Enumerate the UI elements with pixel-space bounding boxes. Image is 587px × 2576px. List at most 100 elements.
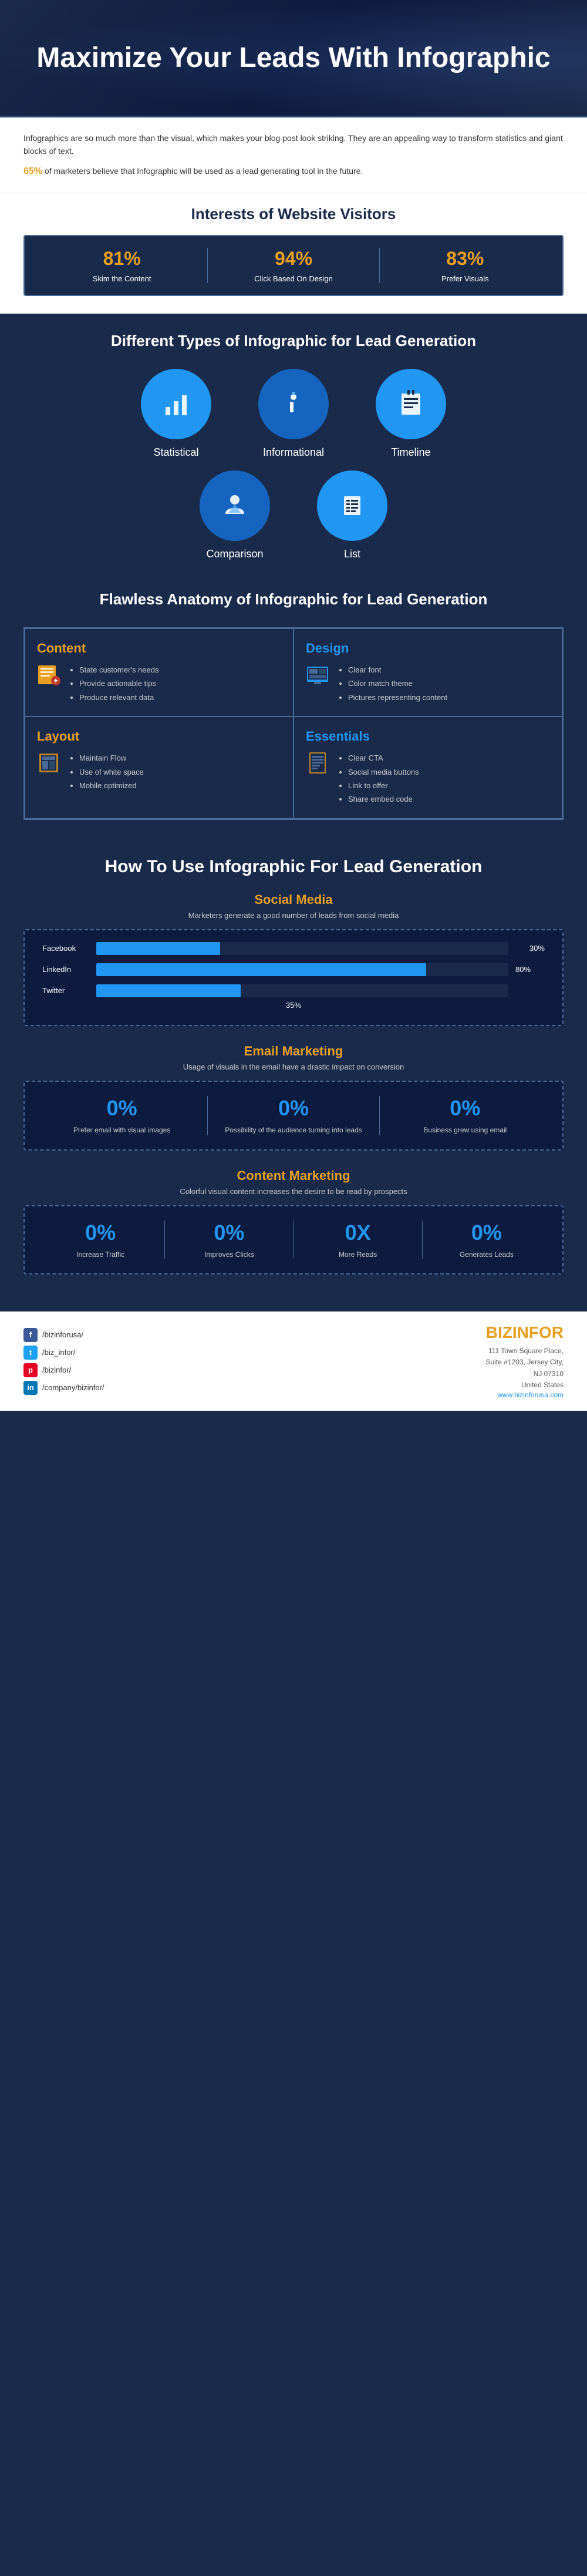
interest-label-1: Skim the Content bbox=[36, 274, 207, 283]
content-stat-1: 0% Increase Traffic bbox=[42, 1220, 158, 1260]
types-grid: Statistical Informational bbox=[23, 369, 564, 560]
anatomy-essentials-title: Essentials bbox=[306, 729, 550, 744]
anatomy-cell-content: Content State customer's needs Pr bbox=[25, 628, 294, 717]
anatomy-section: Flawless Anatomy of Infographic for Lead… bbox=[0, 578, 587, 838]
content-stat-2-label: Improves Clicks bbox=[171, 1250, 287, 1260]
interest-item-3: 83% Prefer Visuals bbox=[380, 248, 551, 283]
header-title: Maximize Your Leads With Infographic bbox=[36, 41, 550, 75]
anatomy-layout-body: Maintain Flow Use of white space Mobile … bbox=[37, 751, 281, 792]
email-marketing-title: Email Marketing bbox=[23, 1044, 564, 1059]
content-stat-4: 0% Generates Leads bbox=[429, 1220, 545, 1260]
intro-section: Infographics are so much more than the v… bbox=[0, 117, 587, 193]
type-circle-statistical bbox=[141, 369, 211, 439]
interests-section: Interests of Website Visitors 81% Skim t… bbox=[0, 193, 587, 314]
types-section: Different Types of Infographic for Lead … bbox=[0, 314, 587, 578]
email-stat-3-value: 0% bbox=[386, 1096, 545, 1121]
anatomy-layout-icon bbox=[37, 751, 60, 780]
anatomy-layout-title: Layout bbox=[37, 729, 281, 744]
type-circle-comparison bbox=[200, 470, 270, 541]
intro-text: Infographics are so much more than the v… bbox=[23, 132, 564, 158]
social-media-title: Social Media bbox=[23, 892, 564, 907]
content-stat-2-value: 0% bbox=[171, 1220, 287, 1245]
anatomy-design-icon bbox=[306, 663, 329, 692]
anatomy-design-list: Clear font Color match theme Pictures re… bbox=[339, 663, 447, 704]
email-stat-divider-1 bbox=[207, 1096, 208, 1135]
content-stat-3-label: More Reads bbox=[300, 1250, 416, 1260]
content-marketing-subtitle: Colorful visual content increases the de… bbox=[23, 1187, 564, 1196]
content-stats-box: 0% Increase Traffic 0% Improves Clicks 0… bbox=[23, 1205, 564, 1275]
footer-linkedin[interactable]: in /company/bizinfor/ bbox=[23, 1381, 104, 1395]
bar-twitter: Twitter bbox=[42, 984, 545, 997]
anatomy-essentials-icon bbox=[306, 751, 329, 780]
type-label-timeline: Timeline bbox=[364, 446, 458, 459]
anatomy-cell-layout: Layout Maintain Flow Use of white space … bbox=[25, 717, 294, 819]
interest-pct-3: 83% bbox=[380, 248, 551, 270]
content-stat-2: 0% Improves Clicks bbox=[171, 1220, 287, 1260]
type-circle-list bbox=[317, 470, 387, 541]
type-circle-timeline bbox=[376, 369, 446, 439]
footer-logo: BIZINFOR bbox=[485, 1323, 564, 1342]
footer-website[interactable]: www.bizinforusa.com bbox=[485, 1391, 564, 1399]
type-informational: Informational bbox=[247, 369, 340, 459]
anatomy-content-icon bbox=[37, 663, 60, 692]
email-stat-1: 0% Prefer email with visual images bbox=[42, 1096, 201, 1135]
content-stat-1-label: Increase Traffic bbox=[42, 1250, 158, 1260]
interests-box: 81% Skim the Content 94% Click Based On … bbox=[23, 235, 564, 296]
email-stat-divider-2 bbox=[379, 1096, 380, 1135]
social-media-subtitle: Marketers generate a good number of lead… bbox=[23, 911, 564, 920]
email-stat-2: 0% Possibility of the audience turning i… bbox=[214, 1096, 373, 1135]
email-stat-2-value: 0% bbox=[214, 1096, 373, 1121]
content-stat-4-label: Generates Leads bbox=[429, 1250, 545, 1260]
anatomy-content-body: State customer's needs Provide actionabl… bbox=[37, 663, 281, 704]
interest-label-2: Click Based On Design bbox=[208, 274, 379, 283]
howto-title: How To Use Infographic For Lead Generati… bbox=[23, 855, 564, 878]
bar-twitter-track bbox=[96, 984, 508, 997]
bar-twitter-fill bbox=[96, 984, 241, 997]
email-stat-3-label: Business grew using email bbox=[386, 1125, 545, 1135]
email-stat-2-label: Possibility of the audience turning into… bbox=[214, 1125, 373, 1135]
content-stat-3-value: 0X bbox=[300, 1220, 416, 1245]
email-marketing-subtitle: Usage of visuals in the email have a dra… bbox=[23, 1062, 564, 1071]
intro-pct: 65% bbox=[23, 166, 42, 176]
footer-twitter-url: /biz_infor/ bbox=[42, 1348, 75, 1357]
content-stat-1-value: 0% bbox=[42, 1220, 158, 1245]
footer-logo-part1: BIZIN bbox=[486, 1323, 529, 1341]
intro-highlight: 65% of marketers believe that Infographi… bbox=[23, 164, 564, 179]
bar-facebook-value: 30% bbox=[515, 944, 545, 953]
footer-address: 111 Town Square Place, Suite #1203, Jers… bbox=[485, 1346, 564, 1391]
content-marketing-title: Content Marketing bbox=[23, 1168, 564, 1183]
types-title: Different Types of Infographic for Lead … bbox=[23, 331, 564, 351]
footer-facebook-url: /bizinforusa/ bbox=[42, 1330, 83, 1339]
content-stat-divider-1 bbox=[164, 1220, 165, 1260]
bar-linkedin-label: LinkedIn bbox=[42, 965, 89, 974]
email-stat-1-label: Prefer email with visual images bbox=[42, 1125, 201, 1135]
interests-title: Interests of Website Visitors bbox=[23, 205, 564, 223]
anatomy-content-title: Content bbox=[37, 641, 281, 656]
anatomy-cell-design: Design Clear font Color match theme bbox=[294, 628, 562, 717]
social-media-chart: Facebook 30% LinkedIn 80% Twitter 35% bbox=[23, 929, 564, 1026]
anatomy-essentials-body: Clear CTA Social media buttons Link to o… bbox=[306, 751, 550, 806]
type-label-statistical: Statistical bbox=[129, 446, 223, 459]
interest-pct-1: 81% bbox=[36, 248, 207, 270]
footer-facebook[interactable]: f /bizinforusa/ bbox=[23, 1328, 104, 1342]
type-comparison: Comparison bbox=[188, 470, 282, 560]
anatomy-grid: Content State customer's needs Pr bbox=[23, 627, 564, 820]
twitter-icon: t bbox=[23, 1346, 38, 1360]
interest-item-1: 81% Skim the Content bbox=[36, 248, 207, 283]
interest-item-2: 94% Click Based On Design bbox=[208, 248, 379, 283]
bar-facebook-label: Facebook bbox=[42, 944, 89, 953]
email-stat-3: 0% Business grew using email bbox=[386, 1096, 545, 1135]
type-list: List bbox=[305, 470, 399, 560]
bar-twitter-center-value: 35% bbox=[42, 1001, 545, 1010]
interest-pct-2: 94% bbox=[208, 248, 379, 270]
footer-pinterest[interactable]: p /bizinfor/ bbox=[23, 1363, 104, 1377]
bar-linkedin: LinkedIn 80% bbox=[42, 963, 545, 976]
email-stats-box: 0% Prefer email with visual images 0% Po… bbox=[23, 1081, 564, 1151]
bar-linkedin-track bbox=[96, 963, 508, 976]
content-stat-4-value: 0% bbox=[429, 1220, 545, 1245]
content-stat-3: 0X More Reads bbox=[300, 1220, 416, 1260]
pinterest-icon: p bbox=[23, 1363, 38, 1377]
anatomy-cell-essentials: Essentials Clear CTA Social media bbox=[294, 717, 562, 819]
footer-twitter[interactable]: t /biz_infor/ bbox=[23, 1346, 104, 1360]
content-stat-divider-3 bbox=[422, 1220, 423, 1260]
